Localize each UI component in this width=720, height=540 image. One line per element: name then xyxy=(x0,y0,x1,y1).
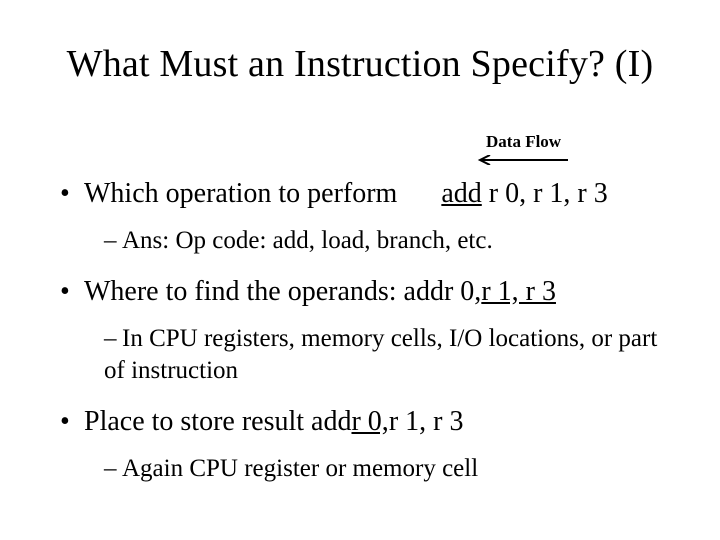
data-flow-arrow-icon xyxy=(474,155,570,157)
bullet-list: • Which operation to perform add r 0, r … xyxy=(60,176,670,485)
bullet-2-text-c: r 1, r 3 xyxy=(481,274,556,309)
bullet-1-expr-rest: r 0, r 1, r 3 xyxy=(482,178,608,209)
bullet-2-sub: –In CPU registers, memory cells, I/O loc… xyxy=(104,323,670,388)
bullet-3-text-a: Place to store result add xyxy=(84,404,351,439)
bullet-1-sub-text: Ans: Op code: add, load, branch, etc. xyxy=(122,227,493,254)
bullet-1-op: add xyxy=(441,178,481,209)
bullet-2: • Where to find the operands: add r 0, r… xyxy=(60,274,670,309)
bullet-dot: • xyxy=(60,176,84,211)
bullet-3-sub: –Again CPU register or memory cell xyxy=(104,453,670,486)
bullet-dot: • xyxy=(60,404,84,439)
slide-title: What Must an Instruction Specify? (I) xyxy=(0,42,720,86)
bullet-1-sub: –Ans: Op code: add, load, branch, etc. xyxy=(104,225,670,258)
data-flow-label: Data Flow xyxy=(486,132,561,152)
sub-dash: – xyxy=(104,225,122,258)
bullet-2-text-a: Where to find the operands: add xyxy=(84,274,444,309)
bullet-3: • Place to store result add r 0, r 1, r … xyxy=(60,404,670,439)
bullet-3-sub-text: Again CPU register or memory cell xyxy=(122,455,478,482)
bullet-1-expression: add r 0, r 1, r 3 xyxy=(441,176,607,211)
sub-dash: – xyxy=(104,323,122,356)
bullet-dot: • xyxy=(60,274,84,309)
bullet-1: • Which operation to perform add r 0, r … xyxy=(60,176,670,211)
bullet-3-text-b: r 0, xyxy=(351,404,388,439)
bullet-2-sub-text: In CPU registers, memory cells, I/O loca… xyxy=(104,325,657,385)
bullet-2-text-b: r 0, xyxy=(444,274,481,309)
sub-dash: – xyxy=(104,453,122,486)
bullet-3-text-c: r 1, r 3 xyxy=(389,404,464,439)
bullet-1-text: Which operation to perform xyxy=(84,176,397,211)
